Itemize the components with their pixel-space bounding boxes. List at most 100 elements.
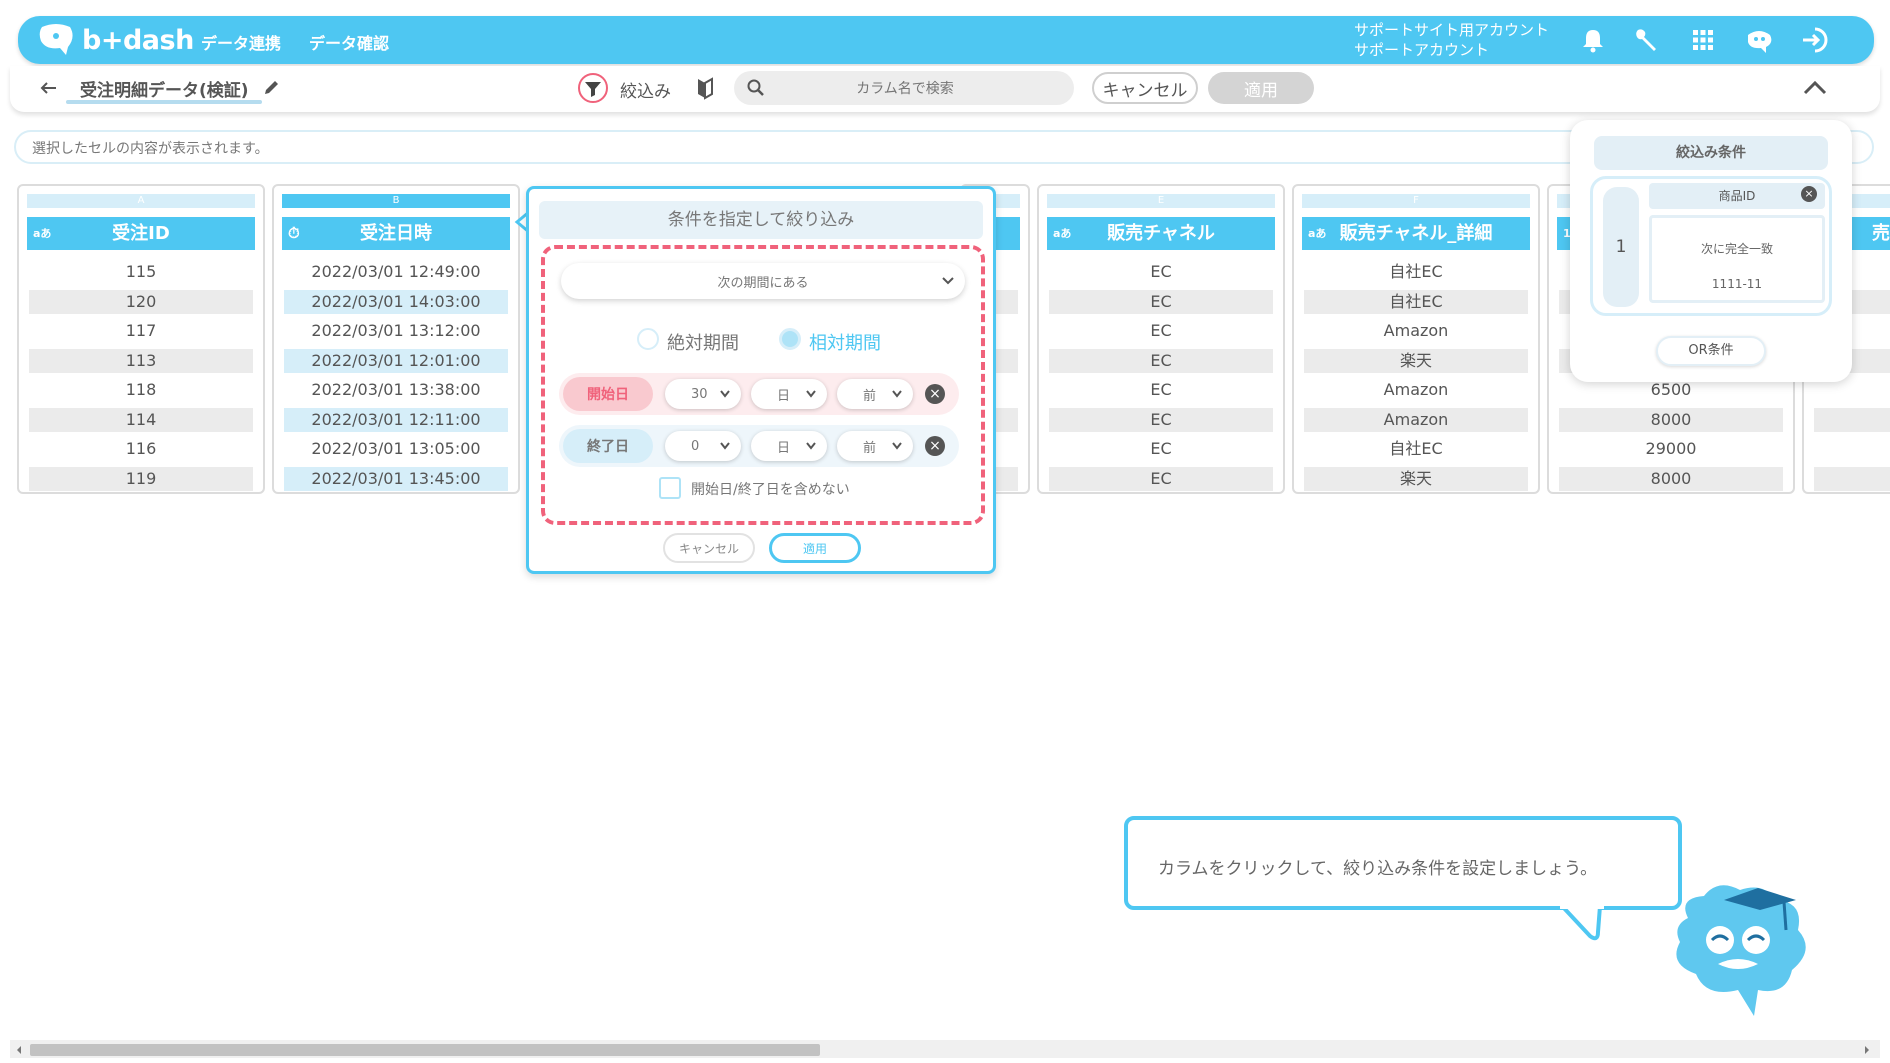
table-cell[interactable]: 115 (29, 260, 253, 284)
chevron-down-icon (942, 277, 954, 285)
table-cell[interactable]: 楽天 (1304, 467, 1528, 491)
end-direction-select[interactable]: 前 (837, 431, 913, 461)
table-cell[interactable]: EC (1049, 349, 1273, 373)
start-direction-select[interactable]: 前 (837, 379, 913, 409)
table-cell[interactable]: 113 (29, 349, 253, 373)
exclude-checkbox[interactable] (659, 477, 681, 499)
table-cell[interactable]: 2022/03/01 13:38:00 (284, 378, 508, 402)
table-cell[interactable]: 2022/03/01 12:01:00 (284, 349, 508, 373)
table-cell[interactable]: 2022/03/01 14:03:00 (284, 290, 508, 314)
column-search-input[interactable] (790, 78, 1020, 100)
scrollbar-thumb[interactable] (30, 1044, 820, 1056)
operator-select[interactable]: 次の期間にある (561, 263, 965, 299)
column-letter: A (27, 194, 255, 208)
radio-relative-label[interactable]: 相対期間 (809, 329, 881, 355)
logo[interactable]: b+dash (36, 24, 194, 56)
bell-icon[interactable] (1578, 25, 1608, 55)
column-b[interactable]: B ⏱ 受注日時 2022/03/01 12:49:00 2022/03/01 … (272, 184, 520, 494)
table-cell[interactable]: EC (1049, 467, 1273, 491)
page-title[interactable]: 受注明細データ(検証) (80, 76, 249, 101)
chevron-down-icon (806, 442, 816, 450)
table-cell[interactable]: 2022/03/01 12:11:00 (284, 408, 508, 432)
radio-absolute[interactable] (637, 328, 659, 350)
table-cell[interactable] (1814, 467, 1890, 491)
column-a[interactable]: A aあ 受注ID 115 120 117 113 118 114 116 11… (17, 184, 265, 494)
column-e[interactable]: E aあ 販売チャネル EC EC EC EC EC EC EC EC (1037, 184, 1285, 494)
end-date-clear-icon[interactable]: × (925, 436, 945, 456)
arrow-left-icon[interactable] (38, 80, 58, 96)
modal-cancel-button[interactable]: キャンセル (663, 533, 755, 563)
nav-data-check[interactable]: データ確認 (309, 30, 389, 54)
table-cell[interactable]: 117 (29, 319, 253, 343)
top-bar: b+dash データ連携 データ確認 サポートサイト用アカウント サポートアカウ… (18, 16, 1874, 64)
table-cell[interactable]: 自社EC (1304, 260, 1528, 284)
table-cell[interactable]: 2022/03/01 13:12:00 (284, 319, 508, 343)
table-cell[interactable]: 2022/03/01 13:05:00 (284, 437, 508, 461)
condition-column[interactable]: 商品ID (1649, 183, 1825, 209)
column-header[interactable]: aあ 受注ID (27, 217, 255, 250)
mascot-icon (1676, 885, 1806, 1016)
start-amount-select[interactable]: 30 (665, 379, 741, 409)
logo-text: b+dash (82, 24, 194, 56)
table-cell[interactable]: 2022/03/01 12:49:00 (284, 260, 508, 284)
edit-pencil-icon[interactable] (262, 79, 280, 97)
search-icon (747, 79, 764, 96)
modal-apply-button[interactable]: 適用 (769, 533, 861, 563)
table-cell[interactable]: 114 (29, 408, 253, 432)
table-cell[interactable]: 29000 (1559, 437, 1783, 461)
table-cell[interactable]: EC (1049, 260, 1273, 284)
support-chat-icon[interactable] (1744, 25, 1774, 55)
filter-button[interactable] (578, 73, 608, 103)
table-cell[interactable]: EC (1049, 437, 1273, 461)
header-apply-button[interactable]: 適用 (1208, 72, 1314, 104)
column-header[interactable]: aあ 販売チャネル_詳細 (1302, 217, 1530, 250)
scroll-left-icon[interactable] (14, 1044, 24, 1056)
text-type-icon: aあ (1053, 227, 1072, 240)
header-cancel-button[interactable]: キャンセル (1092, 72, 1198, 104)
table-cell[interactable]: 自社EC (1304, 290, 1528, 314)
condition-remove-icon[interactable]: × (1801, 186, 1817, 202)
column-f[interactable]: F aあ 販売チャネル_詳細 自社EC 自社EC Amazon 楽天 Amazo… (1292, 184, 1540, 494)
table-cell[interactable]: 2022/03/01 13:45:00 (284, 467, 508, 491)
exclude-label[interactable]: 開始日/終了日を含めない (691, 479, 850, 499)
end-unit-select[interactable]: 日 (751, 431, 827, 461)
apps-grid-icon[interactable] (1688, 25, 1718, 55)
table-cell[interactable]: 楽天 (1304, 349, 1528, 373)
table-cell[interactable]: 120 (29, 290, 253, 314)
table-cell[interactable]: EC (1049, 408, 1273, 432)
condition-detail[interactable]: 次に完全一致 1111-11 (1649, 215, 1825, 303)
table-cell[interactable]: EC (1049, 378, 1273, 402)
table-cell[interactable]: 119 (29, 467, 253, 491)
account-info[interactable]: サポートサイト用アカウント サポートアカウント (1354, 20, 1549, 60)
start-unit-select[interactable]: 日 (751, 379, 827, 409)
title-underline (66, 100, 262, 104)
table-cell[interactable]: 自社EC (1304, 437, 1528, 461)
chevron-up-icon[interactable] (1802, 78, 1828, 98)
radio-relative[interactable] (779, 328, 801, 350)
table-cell[interactable]: 8000 (1559, 408, 1783, 432)
column-header[interactable]: aあ 販売チャネル (1047, 217, 1275, 250)
radio-absolute-label[interactable]: 絶対期間 (667, 329, 739, 355)
end-amount-value: 0 (691, 438, 700, 454)
or-condition-button[interactable]: OR条件 (1656, 336, 1766, 366)
end-amount-select[interactable]: 0 (665, 431, 741, 461)
table-cell[interactable]: Amazon (1304, 378, 1528, 402)
table-cell[interactable]: EC (1049, 290, 1273, 314)
table-cell[interactable]: Amazon (1304, 319, 1528, 343)
table-cell[interactable]: 8000 (1559, 467, 1783, 491)
table-cell[interactable]: 116 (29, 437, 253, 461)
table-cell[interactable] (1814, 408, 1890, 432)
column-header[interactable]: ⏱ 受注日時 (282, 217, 510, 250)
table-cell[interactable]: Amazon (1304, 408, 1528, 432)
column-letter: E (1047, 194, 1275, 208)
nav-data-link[interactable]: データ連携 (201, 30, 281, 54)
start-date-clear-icon[interactable]: × (925, 384, 945, 404)
logout-icon[interactable] (1800, 25, 1830, 55)
table-cell[interactable]: EC (1049, 319, 1273, 343)
wrench-icon[interactable] (1632, 25, 1662, 55)
start-date-label: 開始日 (563, 377, 653, 411)
condition-value: 1111-11 (1711, 277, 1763, 291)
table-cell[interactable]: 118 (29, 378, 253, 402)
scroll-right-icon[interactable] (1862, 1044, 1872, 1056)
beginner-mark-icon[interactable] (696, 76, 714, 100)
